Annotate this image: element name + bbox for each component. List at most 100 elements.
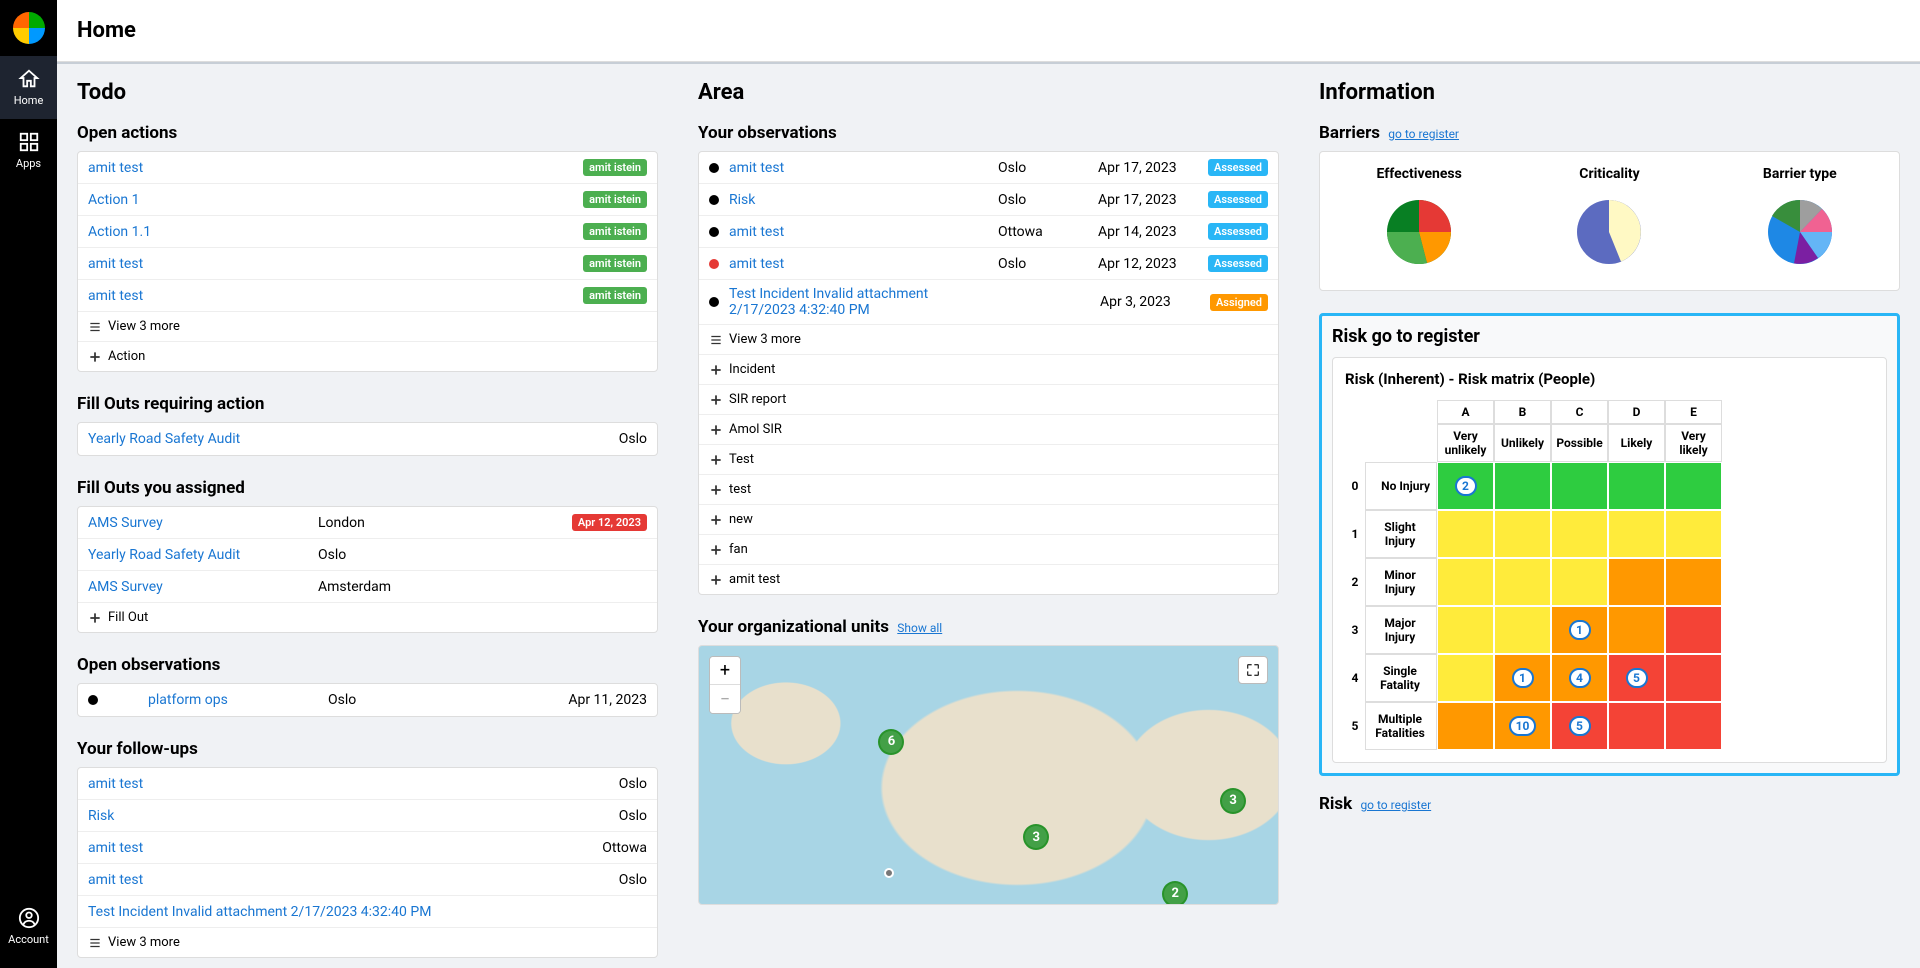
fillout-link[interactable]: Yearly Road Safety Audit [88,431,609,447]
action-link[interactable]: Action 1.1 [88,224,573,240]
matrix-cell[interactable]: 5 [1551,702,1608,750]
followup-link[interactable]: amit test [88,776,609,792]
risk-count-chip[interactable]: 5 [1626,668,1648,688]
go-to-register-link[interactable]: go to register [1360,798,1431,812]
go-to-register-link[interactable]: go to register [1372,326,1480,347]
add-item-button[interactable]: Incident [699,355,1278,385]
matrix-cell[interactable] [1437,510,1494,558]
matrix-cell[interactable] [1665,606,1722,654]
list-item[interactable]: amit testamit istein [78,152,657,184]
risk-count-chip[interactable]: 10 [1509,716,1537,736]
zoom-out-button[interactable]: − [710,685,740,713]
matrix-cell[interactable] [1665,702,1722,750]
action-link[interactable]: amit test [88,256,573,272]
followup-link[interactable]: amit test [88,840,592,856]
add-item-button[interactable]: new [699,505,1278,535]
view-more-button[interactable]: View 3 more [699,325,1278,355]
fillout-link[interactable]: Yearly Road Safety Audit [88,547,308,563]
followup-link[interactable]: Test Incident Invalid attachment 2/17/20… [88,904,647,920]
sidebar-item-home[interactable]: Home [0,56,57,119]
action-link[interactable]: Action 1 [88,192,573,208]
criticality-chart[interactable]: Criticality [1524,166,1694,276]
observation-link[interactable]: platform ops [148,692,318,708]
matrix-cell[interactable] [1551,510,1608,558]
observation-link[interactable]: amit test [729,224,988,240]
list-item[interactable]: amit testOsloApr 12, 2023Assessed [699,248,1278,280]
add-action-button[interactable]: Action [78,342,657,371]
matrix-cell[interactable] [1665,462,1722,510]
list-item[interactable]: Test Incident Invalid attachment 2/17/20… [699,280,1278,325]
list-item[interactable]: amit testamit istein [78,280,657,312]
matrix-cell[interactable] [1437,558,1494,606]
list-item[interactable]: Action 1.1amit istein [78,216,657,248]
list-item[interactable]: amit testOsloApr 17, 2023Assessed [699,152,1278,184]
list-item[interactable]: Action 1amit istein [78,184,657,216]
list-item[interactable]: Yearly Road Safety AuditOslo [78,539,657,571]
matrix-cell[interactable] [1551,462,1608,510]
add-item-button[interactable]: amit test [699,565,1278,594]
observation-link[interactable]: Risk [729,192,988,208]
matrix-cell[interactable]: 5 [1608,654,1665,702]
observation-link[interactable]: amit test [729,256,988,272]
matrix-cell[interactable] [1494,606,1551,654]
matrix-cell[interactable] [1437,654,1494,702]
action-link[interactable]: amit test [88,288,573,304]
show-all-link[interactable]: Show all [897,621,942,635]
list-item[interactable]: amit testOttowa [78,832,657,864]
barrier-type-chart[interactable]: Barrier type [1715,166,1885,276]
list-item[interactable]: AMS SurveyAmsterdam [78,571,657,603]
list-item[interactable]: RiskOslo [78,800,657,832]
add-item-button[interactable]: SIR report [699,385,1278,415]
matrix-cell[interactable]: 4 [1551,654,1608,702]
view-more-button[interactable]: View 3 more [78,928,657,957]
list-item[interactable]: amit testamit istein [78,248,657,280]
matrix-cell[interactable] [1437,702,1494,750]
risk-count-chip[interactable]: 1 [1512,668,1534,688]
matrix-cell[interactable] [1608,606,1665,654]
list-item[interactable]: amit testOslo [78,864,657,896]
matrix-cell[interactable] [1665,654,1722,702]
sidebar-item-apps[interactable]: Apps [0,119,57,182]
risk-count-chip[interactable]: 1 [1569,620,1591,640]
list-item[interactable]: AMS SurveyLondonApr 12, 2023 [78,507,657,539]
matrix-cell[interactable] [1608,702,1665,750]
matrix-cell[interactable] [1665,510,1722,558]
effectiveness-chart[interactable]: Effectiveness [1334,166,1504,276]
go-to-register-link[interactable]: go to register [1388,127,1459,141]
followup-link[interactable]: amit test [88,872,609,888]
matrix-cell[interactable] [1494,558,1551,606]
list-item[interactable]: Yearly Road Safety AuditOslo [78,423,657,455]
matrix-cell[interactable]: 2 [1437,462,1494,510]
map-cluster-marker[interactable]: 3 [1220,788,1246,814]
action-link[interactable]: amit test [88,160,573,176]
risk-count-chip[interactable]: 2 [1455,476,1477,496]
matrix-cell[interactable] [1494,462,1551,510]
list-item[interactable]: platform opsOsloApr 11, 2023 [78,684,657,716]
sidebar-item-account[interactable]: Account [0,895,57,958]
add-item-button[interactable]: Test [699,445,1278,475]
fillout-link[interactable]: AMS Survey [88,579,308,595]
add-item-button[interactable]: Amol SIR [699,415,1278,445]
matrix-cell[interactable]: 10 [1494,702,1551,750]
matrix-cell[interactable] [1551,558,1608,606]
observation-link[interactable]: amit test [729,160,988,176]
matrix-cell[interactable] [1665,558,1722,606]
add-fillout-button[interactable]: Fill Out [78,603,657,632]
add-item-button[interactable]: fan [699,535,1278,565]
list-item[interactable]: amit testOttowaApr 14, 2023Assessed [699,216,1278,248]
observation-link[interactable]: Test Incident Invalid attachment 2/17/20… [729,286,990,318]
matrix-cell[interactable] [1608,558,1665,606]
fullscreen-button[interactable] [1238,656,1268,684]
matrix-cell[interactable]: 1 [1551,606,1608,654]
followup-link[interactable]: Risk [88,808,609,824]
map-cluster-marker[interactable]: 6 [878,729,904,755]
map-cluster-marker[interactable]: 2 [1162,881,1188,905]
matrix-cell[interactable] [1494,510,1551,558]
list-item[interactable]: amit testOslo [78,768,657,800]
list-item[interactable]: Test Incident Invalid attachment 2/17/20… [78,896,657,928]
risk-count-chip[interactable]: 4 [1569,668,1591,688]
matrix-cell[interactable] [1608,510,1665,558]
risk-count-chip[interactable]: 5 [1569,716,1591,736]
matrix-cell[interactable] [1608,462,1665,510]
list-item[interactable]: RiskOsloApr 17, 2023Assessed [699,184,1278,216]
